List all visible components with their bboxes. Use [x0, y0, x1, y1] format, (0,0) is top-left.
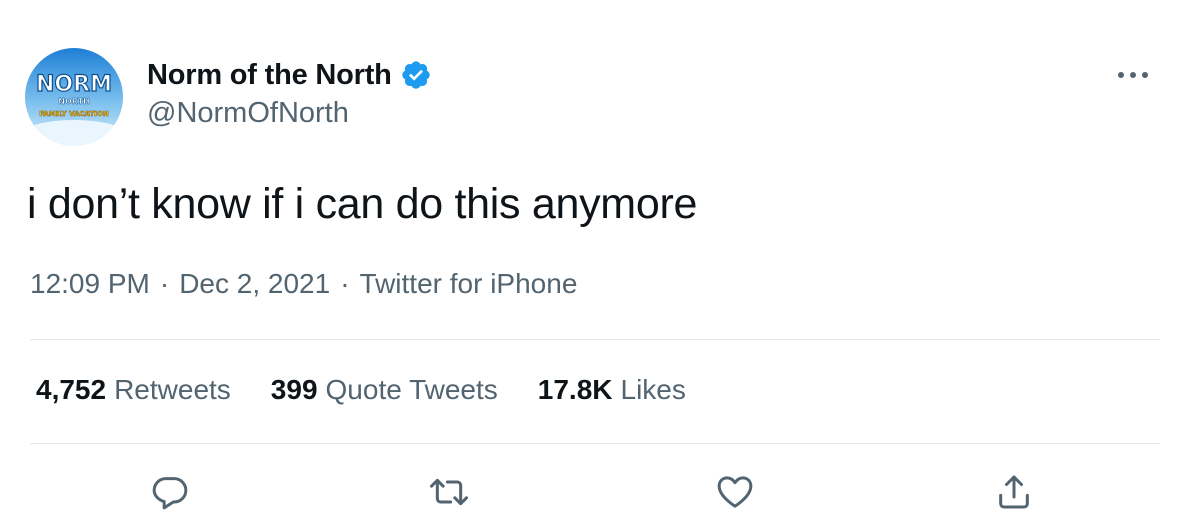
divider — [30, 339, 1160, 340]
author-name-row: Norm of the North — [147, 58, 432, 92]
share-icon — [999, 475, 1029, 509]
meta-separator: · — [340, 268, 350, 299]
tweet-source[interactable]: Twitter for iPhone — [360, 268, 578, 300]
share-button[interactable] — [992, 470, 1036, 514]
avatar-logo-text: NORM — [36, 72, 112, 97]
reply-icon — [152, 477, 188, 510]
quote-tweets-stat[interactable]: 399 Quote Tweets — [271, 374, 498, 406]
like-button[interactable] — [713, 470, 757, 514]
more-dots-icon — [1118, 72, 1148, 78]
divider — [30, 443, 1160, 444]
more-options-button[interactable] — [1108, 60, 1158, 90]
reply-button[interactable] — [148, 470, 192, 514]
quote-tweets-count: 399 — [270, 374, 318, 405]
tweet-stats: 4,752 Retweets 399 Quote Tweets 17.8K Likes — [36, 374, 686, 406]
tweet-time[interactable]: 12:09 PM — [30, 268, 150, 300]
verified-badge-icon — [400, 59, 432, 91]
tweet-date[interactable]: Dec 2, 2021 — [179, 268, 330, 300]
avatar-logo-tagline: FAMILY VACATION — [39, 110, 109, 118]
avatar-logo-image: NORM NORTH FAMILY VACATION — [25, 48, 123, 146]
retweet-icon — [430, 478, 468, 506]
author-handle[interactable]: @NormOfNorth — [147, 97, 349, 130]
meta-separator: · — [159, 268, 170, 299]
quote-tweets-label: Quote Tweets — [325, 374, 498, 405]
tweet-meta: 12:09 PM · Dec 2, 2021 · Twitter for iPh… — [30, 268, 577, 300]
avatar-logo-subtext: NORTH — [58, 97, 89, 106]
heart-icon — [717, 476, 753, 508]
retweets-label: Retweets — [114, 374, 231, 405]
tweet-text: i don’t know if i can do this anymore — [27, 180, 698, 228]
retweets-count: 4,752 — [36, 374, 107, 405]
likes-stat[interactable]: 17.8K Likes — [538, 374, 686, 406]
retweets-stat[interactable]: 4,752 Retweets — [36, 374, 231, 406]
likes-count: 17.8K — [537, 374, 613, 405]
author-avatar[interactable]: NORM NORTH FAMILY VACATION — [25, 48, 123, 146]
tweet-card: NORM NORTH FAMILY VACATION Norm of the N… — [0, 0, 1192, 530]
author-display-name[interactable]: Norm of the North — [147, 59, 392, 92]
likes-label: Likes — [620, 374, 686, 405]
retweet-button[interactable] — [427, 470, 471, 514]
